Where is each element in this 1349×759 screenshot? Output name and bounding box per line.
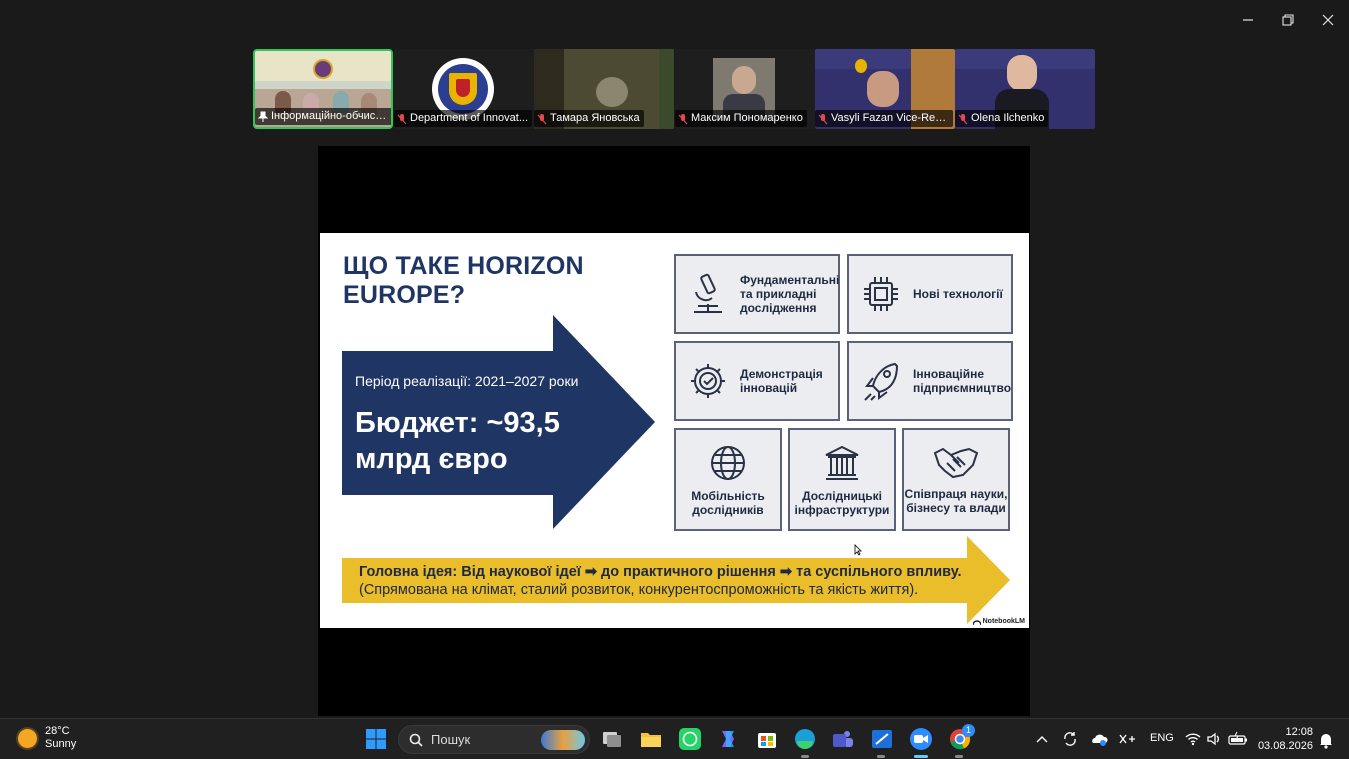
weather-widget[interactable]: 28°C Sunny: [18, 725, 76, 751]
taskbar-search-box[interactable]: Пошук: [398, 725, 590, 754]
microscope-icon: [694, 273, 722, 313]
language-switch-icon[interactable]: [1118, 731, 1136, 747]
institution-icon: [825, 445, 859, 480]
teams-icon[interactable]: [831, 727, 855, 751]
clock-date: 03.08.2026: [1257, 740, 1313, 752]
participant-tile[interactable]: Інформаційно-обчисл...: [253, 49, 393, 129]
edge-icon[interactable]: [793, 727, 817, 751]
handshake-icon: [933, 447, 979, 478]
participant-tile[interactable]: Тамара Яновська: [534, 49, 674, 129]
rocket-icon: [864, 362, 899, 401]
volume-icon[interactable]: [1206, 731, 1222, 747]
globe-icon: [711, 445, 745, 480]
participant-video: [1007, 55, 1037, 91]
minimize-icon: [1243, 19, 1253, 21]
copilot-icon[interactable]: [716, 727, 740, 751]
edge-running-indicator: [801, 755, 809, 758]
box-new-technologies: Нові технології: [847, 254, 1013, 334]
weather-condition-text: Sunny: [45, 738, 77, 750]
zoom-meeting-window: Інформаційно-обчисл... Department of Inn…: [0, 0, 1349, 759]
zoom-icon[interactable]: [909, 727, 933, 751]
taskbar-clock[interactable]: 12:08 03.08.2026: [1257, 725, 1313, 753]
main-idea-text: Головна ідея: Від наукової ідеї ➡ до пра…: [359, 564, 962, 580]
sun-icon: [18, 728, 37, 748]
box-innovation-demo: Демонстрація інновацій: [674, 341, 840, 421]
main-idea-subtext: (Спрямована на клімат, сталий розвиток, …: [359, 582, 919, 598]
participant-name-label: Максим Пономаренко: [675, 110, 807, 127]
period-text: Період реалізації: 2021–2027 роки: [355, 373, 579, 389]
muted-mic-icon: [958, 113, 968, 124]
muted-mic-icon: [397, 113, 407, 124]
box-research-infrastructures: Дослідницькі інфраструктури: [788, 428, 896, 531]
notification-bell-icon[interactable]: [1318, 731, 1334, 749]
search-highlight-image: [541, 729, 585, 750]
participant-tile[interactable]: Vasyli Fazan Vice-Rect...: [815, 49, 955, 129]
participant-name-label: Olena Ilchenko: [955, 110, 1049, 127]
slide-title: ЩО ТАКЕ HORIZON EUROPE?: [343, 252, 584, 309]
box-fundamental-research: Фундаментальні та прикладні дослідження: [674, 254, 840, 334]
presentation-slide: ЩО ТАКЕ HORIZON EUROPE? Період реалізаці…: [320, 233, 1029, 628]
clock-time: 12:08: [1285, 726, 1313, 738]
close-icon: [1322, 14, 1334, 26]
chevron-up-icon[interactable]: [1035, 733, 1049, 745]
participant-name-label: Тамара Яновська: [534, 110, 644, 127]
microsoft-store-icon[interactable]: [755, 727, 779, 751]
gear-check-icon: [691, 364, 725, 398]
participant-tile[interactable]: Максим Пономаренко: [675, 49, 815, 129]
box-science-business-gov: Співпраця науки, бізнесу та влади: [902, 428, 1010, 531]
mouse-cursor-icon: [854, 544, 862, 556]
search-placeholder: Пошук: [431, 732, 471, 747]
muted-mic-icon: [537, 113, 547, 124]
participant-name-label: Department of Innovat...: [394, 110, 532, 127]
chrome-badge: 1: [962, 724, 975, 737]
participant-name-label: Vasyli Fazan Vice-Rect...: [815, 110, 953, 127]
file-explorer-icon[interactable]: [639, 727, 663, 751]
onedrive-icon[interactable]: [1090, 731, 1108, 747]
participant-tile[interactable]: Department of Innovat...: [394, 49, 534, 129]
participant-video: [596, 77, 628, 107]
participant-video: [867, 71, 899, 107]
box-innovative-entrepreneurship: Інноваційне підприємництво: [847, 341, 1013, 421]
budget-text: Бюджет: ~93,5 млрд євро: [355, 407, 560, 475]
participant-name-label: Інформаційно-обчисл...: [255, 108, 391, 125]
battery-icon[interactable]: [1228, 731, 1248, 747]
chrome-running-indicator: [955, 755, 963, 758]
muted-mic-icon: [678, 113, 688, 124]
participant-tile[interactable]: Olena Ilchenko: [955, 49, 1095, 129]
wifi-icon[interactable]: [1185, 731, 1201, 747]
muted-mic-icon: [818, 113, 828, 124]
chip-icon: [864, 277, 898, 311]
task-view-icon[interactable]: [600, 727, 624, 751]
windows-taskbar: 28°C Sunny Пошук 1 ENG 12:08 03.08.2026: [0, 718, 1349, 759]
temperature-text: 28°C: [45, 725, 70, 737]
box-researcher-mobility: Мобільність дослідників: [674, 428, 782, 531]
zoom-active-indicator: [914, 755, 928, 758]
remote-desktop-icon[interactable]: [870, 727, 894, 751]
rdp-running-indicator: [877, 755, 885, 758]
search-icon: [409, 733, 423, 747]
notebooklm-icon: [972, 619, 981, 625]
language-indicator[interactable]: ENG: [1150, 732, 1174, 744]
notebooklm-watermark: NotebookLM: [972, 618, 1025, 625]
pin-icon: [258, 111, 268, 122]
main-idea-arrow: [342, 536, 1010, 624]
whatsapp-icon[interactable]: [678, 727, 702, 751]
sync-icon[interactable]: [1062, 731, 1078, 747]
close-button[interactable]: [1313, 8, 1343, 32]
start-windows-icon[interactable]: [364, 727, 388, 751]
university-logo: [313, 59, 333, 79]
restore-button[interactable]: [1273, 8, 1303, 32]
restore-icon: [1282, 14, 1294, 26]
minimize-button[interactable]: [1233, 8, 1263, 32]
